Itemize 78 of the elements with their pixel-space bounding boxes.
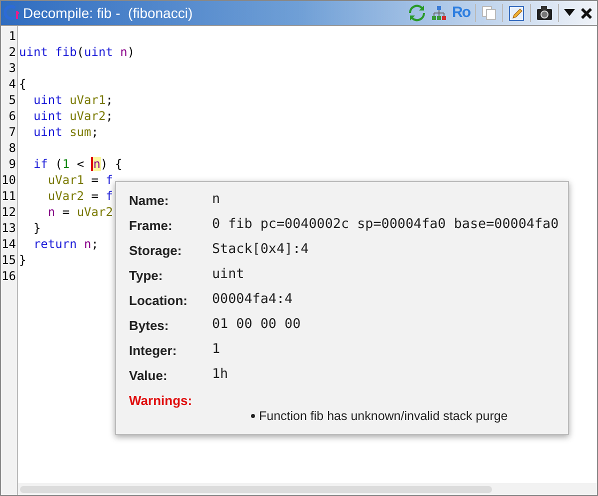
code-token: = [90,189,100,203]
line-number: 2 [8,45,16,59]
code-token: = [90,173,100,187]
app-icon [4,5,20,21]
code-token: ; [106,109,113,123]
field-value: 0 fib pc=0040002c sp=00004fa0 base=00004fa0 [212,216,559,234]
line-number: 13 [2,221,16,235]
field-value: 01 00 00 00 [212,316,301,334]
code-token: ( [76,45,84,59]
tree-icon[interactable] [431,5,447,21]
code-token: < [76,157,86,171]
line-number: 7 [8,125,16,139]
code-token: return [32,237,77,251]
line-number: 15 [2,253,16,267]
line-number: 14 [2,237,16,251]
line-number: 6 [8,109,16,123]
field-label: Bytes: [129,316,170,335]
code-token: n [83,237,92,251]
code-token: f [106,189,113,203]
code-token: = [61,205,71,219]
field-label: Integer: [129,342,178,360]
code-token: uint [32,109,64,123]
line-number: 3 [8,61,16,75]
code-token: uint fib [19,45,77,59]
code-token: } [32,221,41,235]
line-number: 9 [8,157,16,171]
line-number: 5 [8,93,16,107]
camera-icon[interactable] [536,5,553,21]
code-token: sum [70,125,92,139]
line-number: 8 [8,141,16,155]
code-token: uint [32,93,64,107]
code-token: if [32,157,48,171]
field-label: Value: [129,366,168,385]
warning-text: Function fib has unknown/invalid stack purge [259,408,508,425]
code-token: uVar1 [70,93,106,107]
line-number: 1 [8,29,16,43]
close-icon[interactable] [580,6,593,20]
code-token: ( [54,157,62,171]
code-token: ; [91,237,98,251]
code-token: uVar1 [46,173,84,187]
field-value: uint [212,266,244,284]
code-token: n [120,45,128,59]
line-number: 10 [2,173,16,187]
edit-icon[interactable] [508,4,525,22]
field-value: n [212,191,220,210]
bullet-icon [251,414,255,418]
field-label: Storage: [129,242,183,260]
field-label: Frame: [129,216,174,235]
field-label: Type: [129,266,164,285]
line-number: 4 [8,77,16,91]
code-token: uint [32,125,64,139]
code-token: ) { [100,157,122,171]
field-label: Name: [129,192,170,210]
code-token: f [106,173,113,187]
code-token: uVar2 [46,189,84,203]
code-token: ) [127,45,135,59]
field-value: 00004fa4:4 [212,291,293,310]
field-value: 1 [212,341,220,360]
dropdown-icon[interactable] [564,9,575,17]
code-token: ; [106,93,113,107]
line-number: 16 [2,269,16,283]
code-token: } [19,253,26,267]
field-label: Location: [129,292,188,310]
code-token: uVar2 [76,205,113,219]
code-token: ; [91,125,98,139]
code-token: { [19,77,26,91]
code-token: uVar2 [70,109,106,123]
window-title: Decompile: fib - (fibonacci) [23,4,193,23]
field-value: 1h [212,366,228,384]
code-token: n [46,205,56,219]
cursor-token: n [91,157,101,171]
field-value: Stack[0x4]:4 [212,241,309,260]
read-only-toggle[interactable]: Ro [452,2,470,24]
warnings-label: Warnings: [129,392,192,410]
line-number: 12 [2,205,16,219]
code-token: uint [84,45,114,59]
code-token: 1 [62,157,70,171]
line-number: 11 [2,189,16,203]
